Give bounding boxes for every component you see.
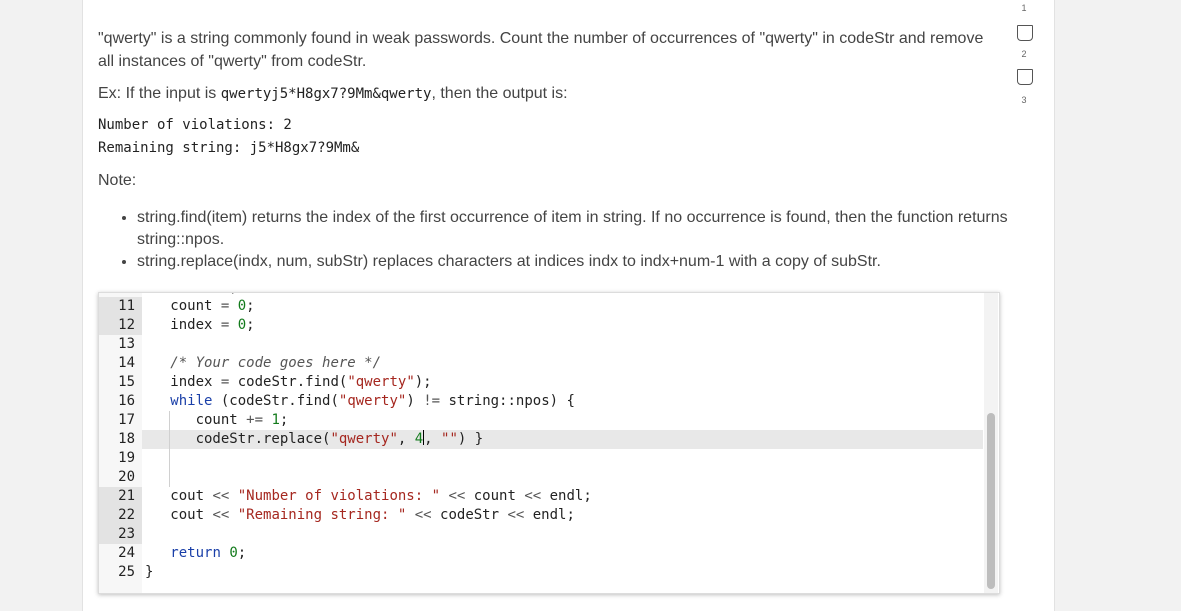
line-number: 17 bbox=[118, 412, 135, 428]
line-number: 20 bbox=[118, 469, 135, 485]
checkpoint-number: 1 bbox=[1021, 3, 1027, 13]
checkpoint-box-icon[interactable] bbox=[1017, 69, 1033, 85]
line-number: 24 bbox=[118, 545, 135, 561]
indent-guide bbox=[169, 449, 170, 487]
code-line-22: cout << "Remaining string: " << codeStr … bbox=[145, 507, 575, 523]
code-line-18[interactable]: codeStr.replace("qwerty", 4, "") } bbox=[145, 430, 483, 449]
line-number: 15 bbox=[118, 374, 135, 390]
example-input: qwertyj5*H8gx7?9Mm&qwerty bbox=[220, 86, 432, 102]
code-line-25: } bbox=[145, 564, 154, 580]
line-number: 18 bbox=[118, 431, 135, 447]
line-number: 11 bbox=[118, 298, 135, 314]
line-number: 14 bbox=[118, 355, 135, 371]
note-label: Note: bbox=[98, 172, 137, 189]
example-output-line-1: Number of violations: 2 bbox=[98, 117, 292, 133]
line-number: 21 bbox=[118, 488, 135, 504]
note-find: string.find(item) returns the index of t… bbox=[137, 207, 1017, 251]
example-line: Ex: If the input is qwertyj5*H8gx7?9Mm&q… bbox=[98, 82, 998, 106]
checkpoint-number: 3 bbox=[1021, 95, 1027, 105]
line-number: 22 bbox=[118, 507, 135, 523]
checkpoint-box-icon[interactable] bbox=[1017, 25, 1033, 41]
line-number: 13 bbox=[118, 336, 135, 352]
code-line-21: cout << "Number of violations: " << coun… bbox=[145, 488, 592, 504]
line-number: 23 bbox=[118, 526, 135, 542]
code-line-24: return 0; bbox=[170, 545, 247, 561]
code-line-15: index = codeStr.find("qwerty"); bbox=[145, 374, 432, 390]
checkpoint-number: 2 bbox=[1021, 49, 1027, 59]
code-line-16: while (codeStr.find("qwerty") != string:… bbox=[170, 393, 575, 409]
line-number: 12 bbox=[118, 317, 135, 333]
line-number-gutter: 11 12 13 14 15 16 17 18 19 20 21 22 23 2… bbox=[99, 293, 142, 593]
editor-scrollbar-thumb[interactable] bbox=[987, 413, 995, 589]
notes-list: string.find(item) returns the index of t… bbox=[98, 207, 1017, 273]
text-cursor bbox=[423, 430, 425, 445]
example-suffix: , then the output is: bbox=[431, 85, 568, 102]
code-line-12: index = 0; bbox=[145, 317, 255, 333]
example-output-line-2: Remaining string: j5*H8gx7?9Mm& bbox=[98, 140, 360, 156]
code-editor[interactable]: 11 12 13 14 15 16 17 18 19 20 21 22 23 2… bbox=[98, 292, 1000, 594]
line-number: 19 bbox=[118, 450, 135, 466]
code-line-14: /* Your code goes here */ bbox=[170, 355, 382, 371]
line-number: 25 bbox=[118, 564, 135, 580]
line-number: 16 bbox=[118, 393, 135, 409]
example-prefix: Ex: If the input is bbox=[98, 85, 221, 102]
note-replace: string.replace(indx, num, subStr) replac… bbox=[137, 251, 1017, 273]
code-line-11: count = 0; bbox=[145, 298, 255, 314]
code-line-17: count += 1; bbox=[145, 412, 289, 428]
problem-description: "qwerty" is a string commonly found in w… bbox=[98, 30, 984, 70]
